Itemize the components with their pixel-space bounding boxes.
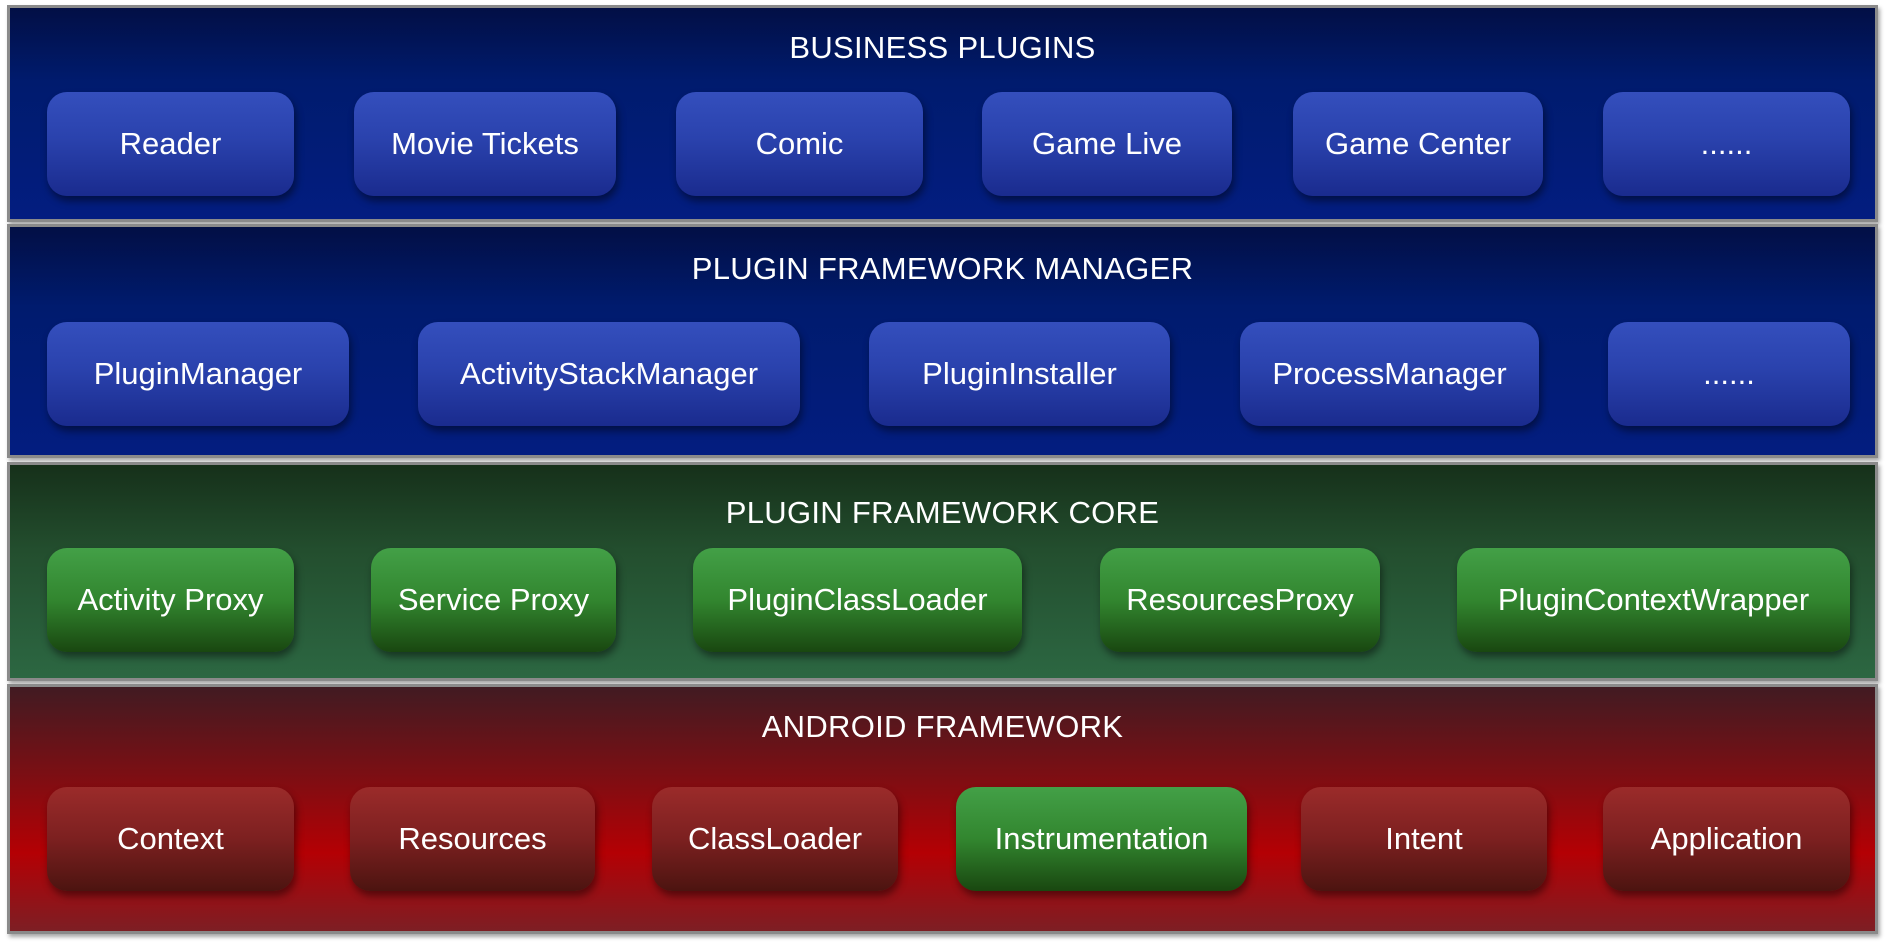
layer-title: PLUGIN FRAMEWORK CORE — [725, 495, 1160, 530]
layer-plugin-framework-manager: PLUGIN FRAMEWORK MANAGER PluginManager A… — [7, 224, 1878, 458]
layer-title: BUSINESS PLUGINS — [789, 30, 1096, 65]
node-instrumentation[interactable]: Instrumentation — [956, 787, 1247, 891]
node-more-business-plugins[interactable]: ...... — [1603, 92, 1850, 196]
node-resources[interactable]: Resources — [350, 787, 595, 891]
node-comic[interactable]: Comic — [676, 92, 923, 196]
node-activity-stack-manager[interactable]: ActivityStackManager — [418, 322, 800, 426]
node-reader[interactable]: Reader — [47, 92, 294, 196]
node-plugin-manager[interactable]: PluginManager — [47, 322, 349, 426]
node-resources-proxy[interactable]: ResourcesProxy — [1100, 548, 1380, 652]
node-service-proxy[interactable]: Service Proxy — [371, 548, 616, 652]
layer-business-plugins: BUSINESS PLUGINS Reader Movie Tickets Co… — [7, 5, 1878, 222]
node-application[interactable]: Application — [1603, 787, 1850, 891]
node-plugin-installer[interactable]: PluginInstaller — [869, 322, 1170, 426]
node-more-managers[interactable]: ...... — [1608, 322, 1850, 426]
layer-title: PLUGIN FRAMEWORK MANAGER — [691, 251, 1194, 286]
node-plugin-class-loader[interactable]: PluginClassLoader — [693, 548, 1022, 652]
node-class-loader[interactable]: ClassLoader — [652, 787, 898, 891]
layer-plugin-framework-core: PLUGIN FRAMEWORK CORE Activity Proxy Ser… — [7, 462, 1878, 681]
node-process-manager[interactable]: ProcessManager — [1240, 322, 1539, 426]
layer-android-framework: ANDROID FRAMEWORK Context Resources Clas… — [7, 684, 1878, 934]
node-context[interactable]: Context — [47, 787, 294, 891]
node-game-center[interactable]: Game Center — [1293, 92, 1543, 196]
layer-title: ANDROID FRAMEWORK — [761, 709, 1124, 744]
node-activity-proxy[interactable]: Activity Proxy — [47, 548, 294, 652]
node-movie-tickets[interactable]: Movie Tickets — [354, 92, 616, 196]
node-game-live[interactable]: Game Live — [982, 92, 1232, 196]
node-intent[interactable]: Intent — [1301, 787, 1547, 891]
node-plugin-context-wrapper[interactable]: PluginContextWrapper — [1457, 548, 1850, 652]
